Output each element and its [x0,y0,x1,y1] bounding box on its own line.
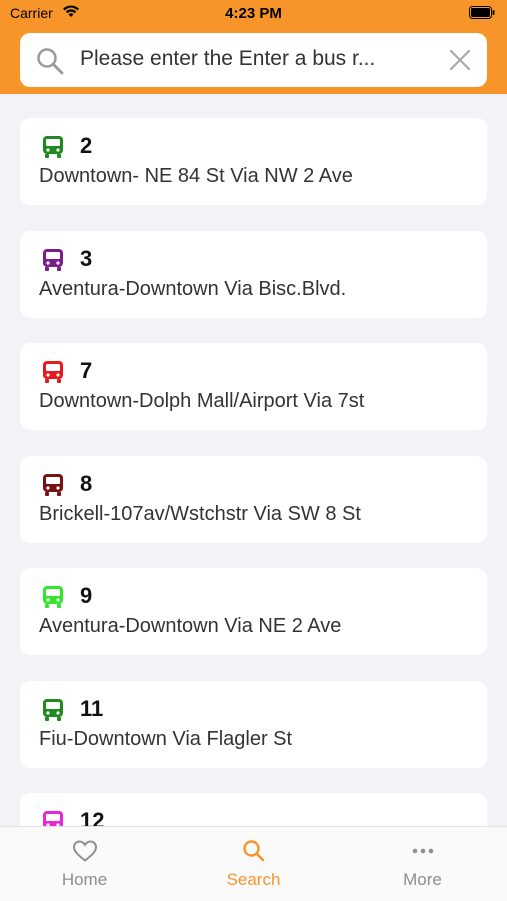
tab-bar: Home Search More [0,826,507,901]
route-number: 7 [80,358,93,383]
route-card[interactable]: 2 Downtown- NE 84 St Via NW 2 Ave [20,118,487,205]
bus-icon [42,248,64,272]
battery-icon [469,6,495,23]
close-icon[interactable] [449,49,471,76]
bus-icon [42,360,64,384]
route-card[interactable]: 3 Aventura-Downtown Via Bisc.Blvd. [20,231,487,318]
tab-label: Search [226,870,281,889]
search-icon [36,47,64,80]
heart-icon [72,839,98,868]
route-card[interactable]: 11 Fiu-Downtown Via Flagler St [20,681,487,768]
route-number: 8 [80,471,93,496]
route-name: Fiu-Downtown Via Flagler St [39,728,293,750]
route-number: 11 [80,696,104,721]
search-bar[interactable]: Please enter the Enter a bus r... [20,33,487,87]
route-card[interactable]: 8 Brickell-107av/Wstchstr Via SW 8 St [20,456,487,543]
route-name: Aventura-Downtown Via Bisc.Blvd. [39,278,347,300]
tab-search[interactable]: Search [169,827,338,901]
route-name: Aventura-Downtown Via NE 2 Ave [39,615,342,637]
tab-home[interactable]: Home [0,827,169,901]
tab-label: Home [61,870,108,889]
route-number: 9 [80,583,93,608]
tab-more[interactable]: More [338,827,507,901]
bus-icon [42,585,64,609]
route-name: Downtown- NE 84 St Via NW 2 Ave [39,165,353,187]
search-input[interactable]: Please enter the Enter a bus r... [80,47,440,71]
route-name: Brickell-107av/Wstchstr Via SW 8 St [39,503,361,525]
header-bar: Carrier 4:23 PM Please enter the Enter a [0,0,507,94]
route-card[interactable]: 7 Downtown-Dolph Mall/Airport Via 7st [20,343,487,430]
route-number: 2 [80,133,93,158]
route-number: 12 [80,808,105,826]
search-icon [241,839,267,868]
tab-label: More [403,870,442,889]
status-time: 4:23 PM [225,5,282,22]
status-bar: Carrier 4:23 PM [0,0,507,30]
route-number: 3 [80,246,93,271]
route-card[interactable]: 9 Aventura-Downtown Via NE 2 Ave [20,568,487,655]
bus-icon [42,810,64,826]
bus-icon [42,135,64,159]
route-card[interactable]: 12 [20,793,487,826]
route-list[interactable]: 2 Downtown- NE 84 St Via NW 2 Ave 3 Aven… [0,94,507,826]
more-icon [410,839,436,868]
bus-icon [42,473,64,497]
route-name: Downtown-Dolph Mall/Airport Via 7st [39,390,365,412]
bus-icon [42,698,64,722]
